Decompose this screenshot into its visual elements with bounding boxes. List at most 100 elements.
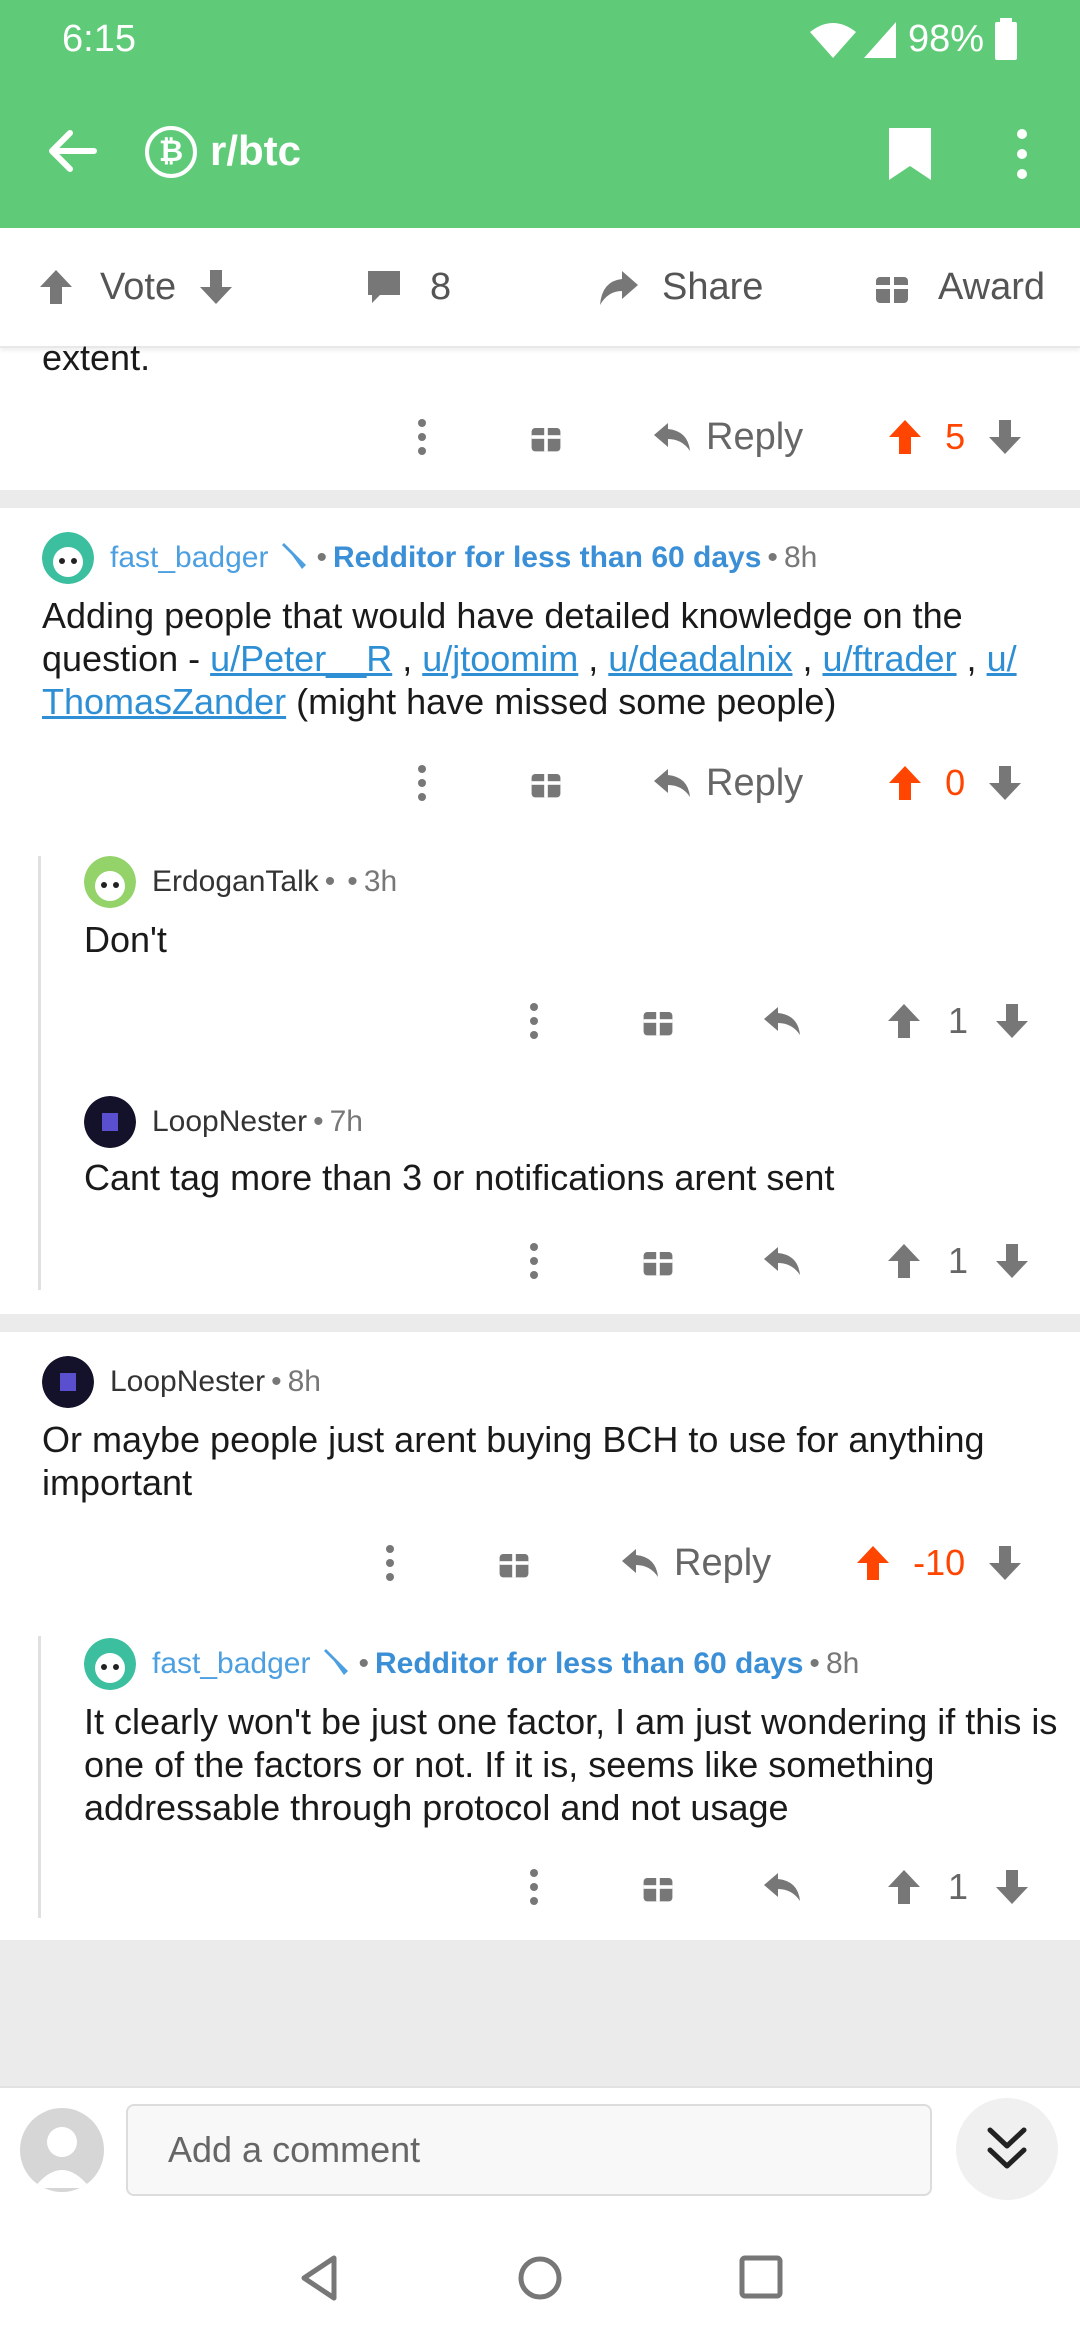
upvote-icon[interactable] <box>884 1001 924 1041</box>
thread-line[interactable] <box>38 856 41 1290</box>
comment-author[interactable]: fast_badger <box>110 541 268 575</box>
nav-recents-icon[interactable] <box>738 2254 784 2300</box>
user-mention[interactable]: u/deadalnix <box>608 638 792 679</box>
gift-icon[interactable] <box>640 1243 676 1279</box>
comment-age: 3h <box>363 865 398 898</box>
reply-label: Reply <box>706 415 804 458</box>
avatar[interactable] <box>42 1356 94 1408</box>
upvote-icon[interactable] <box>884 1867 924 1907</box>
award-label: Award <box>938 265 1046 308</box>
nav-back-icon[interactable] <box>298 2254 342 2302</box>
downvote-icon[interactable] <box>985 763 1025 803</box>
reply-icon <box>654 423 690 451</box>
bookmark-icon[interactable] <box>885 126 935 182</box>
more-options-icon[interactable] <box>368 1541 412 1585</box>
avatar[interactable] <box>84 1096 136 1148</box>
comment-icon <box>368 271 400 303</box>
user-silhouette-icon <box>34 2127 90 2188</box>
comments-button[interactable]: 8 <box>364 228 451 346</box>
comment-text: It clearly won't be just one factor, I a… <box>84 1701 1058 1828</box>
gift-icon <box>876 273 908 303</box>
more-options-icon[interactable] <box>512 1239 556 1283</box>
double-chevron-down-icon <box>987 2127 1027 2169</box>
downvote-icon[interactable] <box>985 1543 1025 1583</box>
comment-actions: 1 <box>512 1852 1032 1922</box>
reply-icon[interactable] <box>762 1003 802 1039</box>
comment-meta: fast_badger • Redditor for less than 60 … <box>84 1638 859 1690</box>
reply-button[interactable]: Reply <box>620 1542 771 1585</box>
avatar[interactable] <box>42 532 94 584</box>
reply-button[interactable]: Reply <box>652 762 803 805</box>
reply-button[interactable]: Reply <box>652 416 803 459</box>
comment-count: 8 <box>430 265 452 308</box>
user-mention[interactable]: u/jtoomim <box>422 638 578 679</box>
vote-control: Vote <box>36 228 236 346</box>
comment-score: -10 <box>913 1542 966 1583</box>
comment-actions: Reply -10 <box>368 1528 1025 1598</box>
reply-label: Reply <box>674 1541 772 1584</box>
comment-text: Cant tag more than 3 or notifications ar… <box>84 1157 835 1198</box>
award-button[interactable]: Award <box>872 228 1045 346</box>
more-options-icon[interactable] <box>512 1865 556 1909</box>
comment-age: 7h <box>329 1105 363 1138</box>
comment-actions: 1 <box>512 1226 1032 1296</box>
comment-actions: Reply 5 <box>400 402 1025 472</box>
comment-author[interactable]: LoopNester <box>110 1365 265 1399</box>
user-mention[interactable]: u/ftrader <box>822 638 956 679</box>
avatar[interactable] <box>84 856 136 908</box>
upvote-icon[interactable] <box>884 1241 924 1281</box>
subreddit-name[interactable]: r/btc <box>210 127 301 175</box>
battery-percent: 98% <box>908 18 985 60</box>
comment-age: 8h <box>825 1647 860 1680</box>
add-comment-input[interactable]: Add a comment <box>126 2104 932 2196</box>
gift-icon[interactable] <box>528 765 564 801</box>
comment-meta: fast_badger • Redditor for less than 60 … <box>42 532 817 584</box>
more-options-icon[interactable] <box>1000 126 1044 182</box>
more-options-icon[interactable] <box>400 761 444 805</box>
gift-icon[interactable] <box>528 419 564 455</box>
comment-text: Don't <box>84 919 167 960</box>
gift-icon[interactable] <box>640 1869 676 1905</box>
avatar[interactable] <box>84 1638 136 1690</box>
share-button[interactable]: Share <box>596 228 763 346</box>
downvote-icon[interactable] <box>985 417 1025 457</box>
user-mention[interactable]: u/ <box>987 638 1017 679</box>
reply-icon[interactable] <box>762 1869 802 1905</box>
share-icon <box>600 271 638 305</box>
comment-author[interactable]: ErdoganTalk <box>152 865 319 899</box>
share-label: Share <box>662 265 764 308</box>
user-mention[interactable]: ThomasZander <box>42 681 286 722</box>
reply-icon[interactable] <box>762 1243 802 1279</box>
upvote-icon[interactable] <box>885 417 925 457</box>
comment-score: 1 <box>948 1240 969 1281</box>
comment-meta: ErdoganTalk • • 3h <box>84 856 397 908</box>
avatar[interactable] <box>20 2108 104 2192</box>
more-options-icon[interactable] <box>400 415 444 459</box>
gift-icon[interactable] <box>496 1545 532 1581</box>
upvote-icon[interactable] <box>885 763 925 803</box>
status-time: 6:15 <box>62 18 136 60</box>
gift-icon[interactable] <box>640 1003 676 1039</box>
user-flair: Redditor for less than 60 days <box>332 541 762 574</box>
wrench-icon <box>324 1649 349 1675</box>
more-options-icon[interactable] <box>512 999 556 1043</box>
downvote-icon[interactable] <box>992 1241 1032 1281</box>
reply-icon <box>654 769 690 797</box>
comment-text: extent. <box>42 337 151 378</box>
downvote-icon[interactable] <box>196 267 236 307</box>
signal-icon <box>864 22 896 58</box>
user-mention[interactable]: u/Peter__R <box>210 638 392 679</box>
downvote-icon[interactable] <box>992 1001 1032 1041</box>
back-arrow-icon[interactable] <box>40 118 106 184</box>
comment-score: 0 <box>945 762 966 803</box>
nav-home-icon[interactable] <box>516 2254 564 2302</box>
collapse-threads-button[interactable] <box>956 2098 1058 2200</box>
downvote-icon[interactable] <box>992 1867 1032 1907</box>
thread-line[interactable] <box>38 1636 41 1918</box>
comment-author[interactable]: fast_badger <box>152 1647 310 1681</box>
upvote-icon[interactable] <box>853 1543 893 1583</box>
comment-text: Or maybe people just arent buying BCH to… <box>42 1419 985 1503</box>
vote-label: Vote <box>100 265 177 308</box>
comment-author[interactable]: LoopNester <box>152 1105 307 1139</box>
upvote-icon[interactable] <box>36 267 76 307</box>
